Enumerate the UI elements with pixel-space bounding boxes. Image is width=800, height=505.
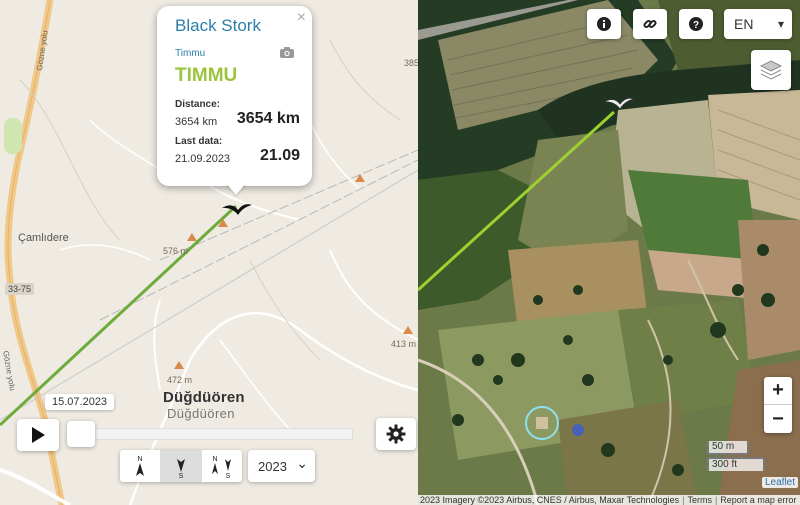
zoom-out-button[interactable]: −: [764, 405, 792, 433]
language-select[interactable]: EN ▾: [724, 9, 792, 39]
direction-both-button[interactable]: NS: [202, 450, 242, 482]
distance-big: 3654 km: [236, 110, 300, 127]
attribution-bar: 2023 Imagery ©2023 Airbus, CNES / Airbus…: [418, 495, 800, 505]
road-shield: 33-75: [5, 283, 35, 295]
play-icon: [32, 427, 45, 443]
direction-north-button[interactable]: N: [120, 450, 161, 482]
chevron-down-icon: ⌄: [296, 454, 308, 471]
elevation-385: 385: [404, 58, 418, 68]
svg-text:S: S: [226, 473, 231, 478]
timeline-track[interactable]: [68, 428, 353, 440]
settings-button[interactable]: [376, 418, 416, 450]
info-icon: [597, 17, 611, 31]
camera-icon[interactable]: [280, 46, 294, 61]
zoom-control: + −: [764, 377, 792, 433]
timeline-slider-handle[interactable]: [67, 421, 95, 447]
popup-tip: [226, 183, 246, 195]
popup-subtitle-row: Timmu: [175, 46, 300, 61]
satellite-map-graphics: [418, 0, 800, 505]
bird-popup: × Black Stork Timmu TIMMU Distance: 3654…: [157, 6, 312, 186]
attribution-terms[interactable]: Terms: [687, 495, 712, 505]
elevation-413: 413 m: [391, 339, 417, 349]
popup-bird-small: Timmu: [175, 48, 206, 59]
chevron-down-icon: ▾: [777, 17, 784, 31]
north-south-arrows-icon: NS: [212, 456, 231, 478]
place-dugduoren: Düğdüören: [163, 389, 245, 406]
app-root: Çamlıdere Düğdüören Düğdüören 33-75 Gözn…: [0, 0, 800, 505]
link-button[interactable]: [633, 9, 667, 39]
last-data-small: 21.09.2023: [175, 153, 231, 165]
popup-close-button[interactable]: ×: [297, 9, 306, 27]
direction-south-button[interactable]: S: [161, 450, 202, 482]
play-button[interactable]: [17, 419, 59, 451]
elevation-472: 472 m: [167, 375, 193, 385]
south-arrow-icon: S: [177, 459, 185, 478]
gear-icon: [386, 424, 406, 444]
place-camlidere: Çamlıdere: [18, 232, 69, 244]
last-data-row: 21.09.2023 21.09: [175, 147, 300, 165]
attribution-report[interactable]: Report a map error: [720, 495, 796, 505]
scale-metric: 50 m: [707, 441, 749, 455]
svg-text:?: ?: [693, 20, 699, 31]
year-value: 2023: [258, 458, 287, 474]
distance-row: 3654 km 3654 km: [175, 110, 300, 128]
distance-label: Distance:: [175, 99, 221, 110]
link-icon: [643, 19, 657, 29]
svg-text:N: N: [212, 456, 217, 463]
popup-bird-name: TIMMU: [175, 65, 238, 86]
year-select[interactable]: 2023 ⌄: [248, 450, 315, 482]
leaflet-link[interactable]: Leaflet: [762, 477, 799, 488]
elevation-576: 576 m: [163, 246, 189, 256]
timeline-date: 15.07.2023: [45, 394, 115, 410]
svg-text:S: S: [179, 473, 184, 478]
popup-species[interactable]: Black Stork: [175, 16, 300, 36]
distance-small: 3654 km: [175, 116, 218, 128]
north-arrow-icon: N: [136, 456, 144, 476]
last-data-label: Last data:: [175, 136, 223, 147]
help-button[interactable]: ?: [679, 9, 713, 39]
layers-icon: [759, 60, 783, 80]
place-dugduoren-ghost: Düğdüören: [167, 406, 235, 421]
direction-toggle-group: N S NS: [120, 450, 242, 482]
language-value: EN: [734, 16, 754, 32]
help-icon: ?: [689, 17, 703, 31]
scale-imperial: 300 ft: [707, 457, 765, 471]
zoom-in-button[interactable]: +: [764, 377, 792, 405]
info-button[interactable]: [587, 9, 621, 39]
satellite-map[interactable]: [418, 0, 800, 505]
attribution-imagery: 2023 Imagery ©2023 Airbus, CNES / Airbus…: [420, 495, 680, 505]
layers-button[interactable]: [751, 50, 791, 90]
svg-text:N: N: [137, 456, 142, 463]
last-data-big: 21.09: [259, 147, 300, 164]
